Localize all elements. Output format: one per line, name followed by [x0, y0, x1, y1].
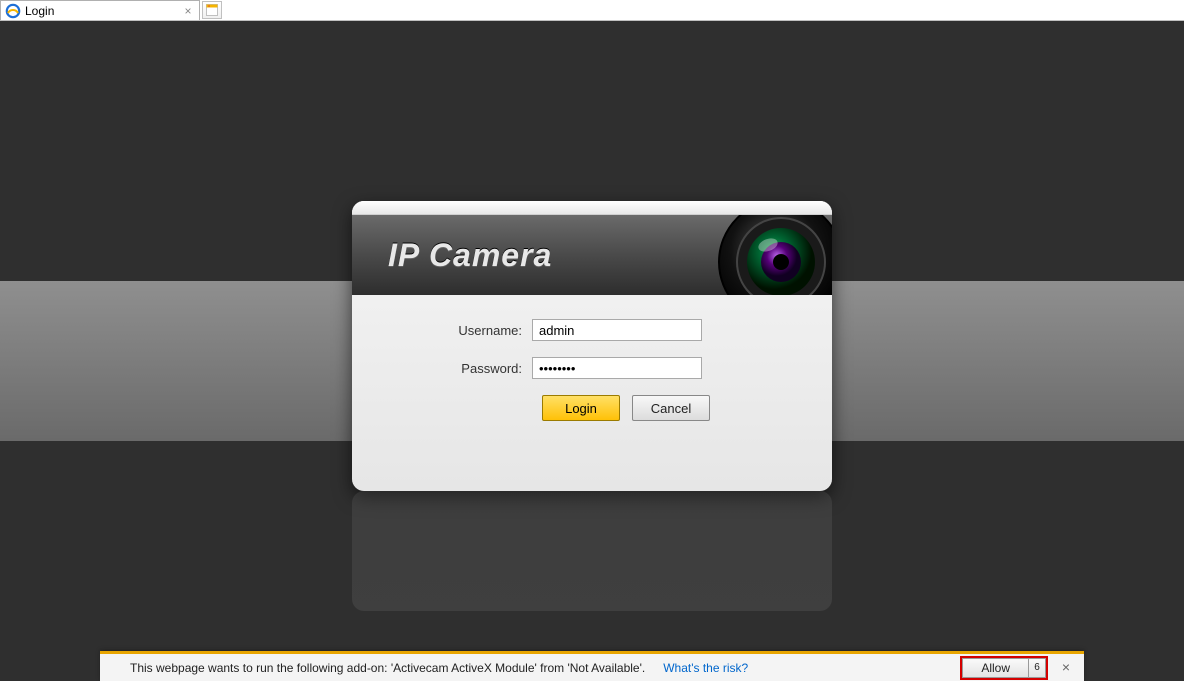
addon-notification-bar: This webpage wants to run the following … [100, 651, 1084, 681]
browser-tab-strip: Login × [0, 0, 1184, 21]
risk-link[interactable]: What's the risk? [663, 661, 748, 675]
new-tab-button[interactable] [202, 1, 222, 19]
username-input[interactable] [532, 319, 702, 341]
dialog-title: IP Camera [388, 237, 552, 274]
tab-close-icon[interactable]: × [181, 4, 195, 18]
username-label: Username: [382, 323, 532, 338]
page-viewport: IP Camera [0, 21, 1184, 681]
cancel-button[interactable]: Cancel [632, 395, 710, 421]
username-row: Username: [382, 319, 802, 341]
dialog-header: IP Camera [352, 215, 832, 295]
ie-favicon-icon [5, 3, 21, 19]
dialog-top-strip [352, 201, 832, 215]
password-row: Password: [382, 357, 802, 379]
allow-dropdown[interactable]: 6 [1028, 658, 1046, 678]
dialog-reflection [352, 491, 832, 611]
notification-message: This webpage wants to run the following … [130, 661, 645, 675]
browser-tab-title: Login [25, 4, 181, 18]
button-row: Login Cancel [382, 395, 802, 421]
password-input[interactable] [532, 357, 702, 379]
notification-close-icon[interactable]: × [1058, 660, 1074, 676]
login-button[interactable]: Login [542, 395, 620, 421]
password-label: Password: [382, 361, 532, 376]
login-dialog: IP Camera [352, 201, 832, 491]
camera-lens-icon [716, 215, 832, 295]
dialog-body: Username: Password: Login Cancel [352, 295, 832, 421]
allow-button-group: Allow 6 [960, 656, 1048, 680]
allow-button[interactable]: Allow [962, 658, 1028, 678]
browser-tab[interactable]: Login × [0, 0, 200, 20]
